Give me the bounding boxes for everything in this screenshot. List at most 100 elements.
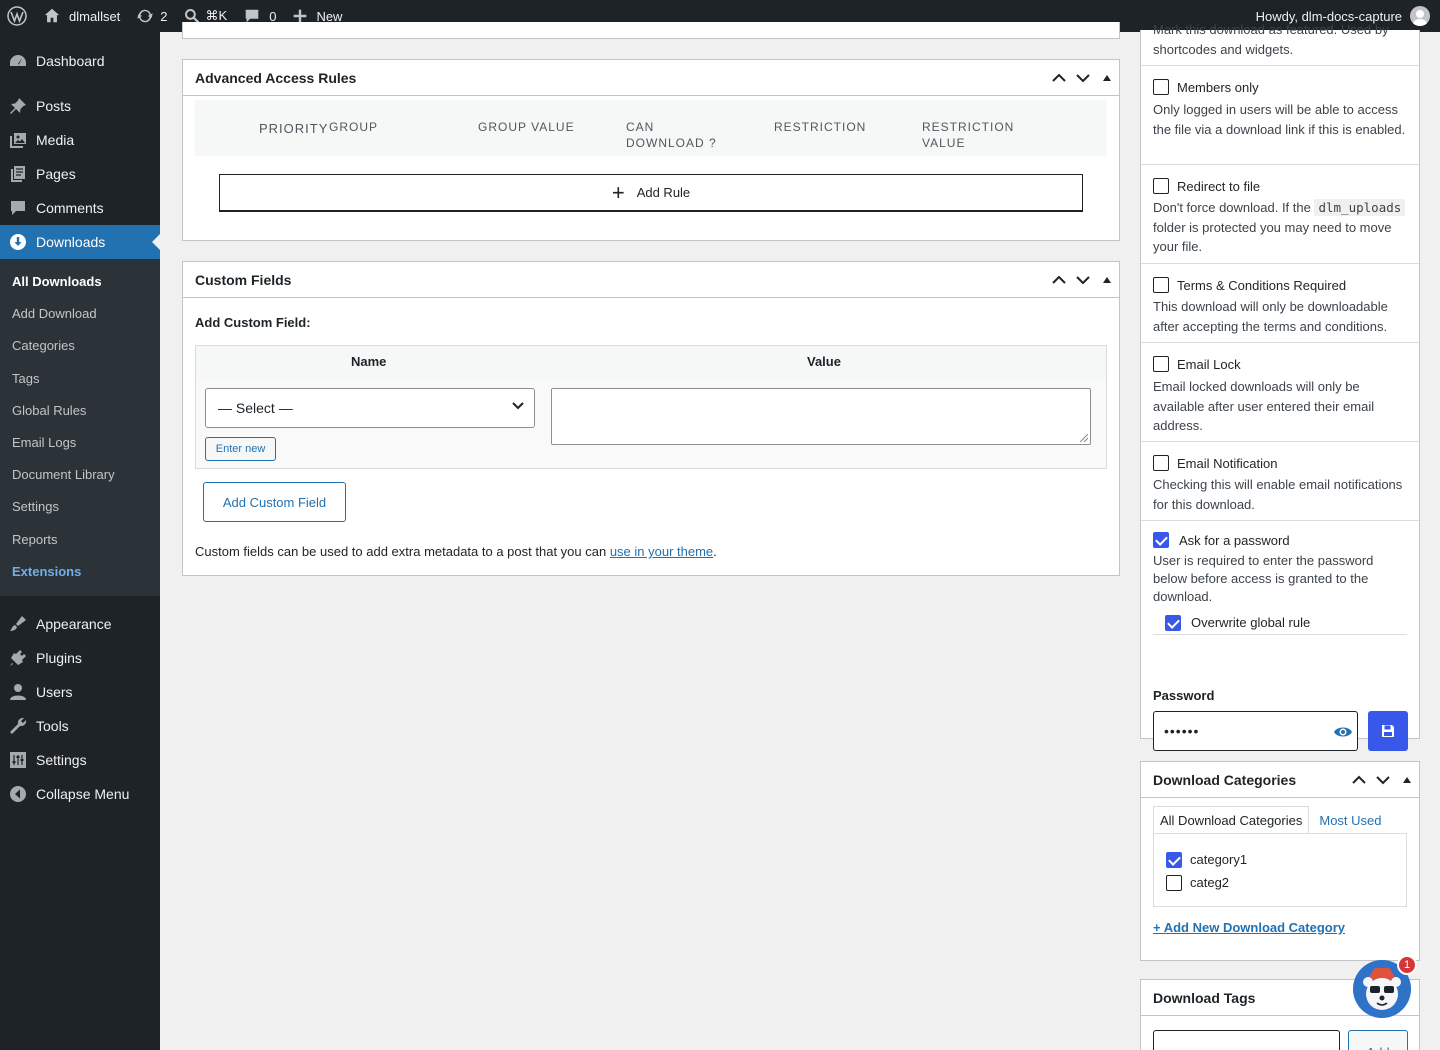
members-only-checkbox[interactable] (1153, 79, 1169, 95)
custom-field-row: — Select — Enter new (196, 380, 1106, 468)
toggle-panel-icon[interactable] (1095, 60, 1119, 96)
dlm-uploads-code: dlm_uploads (1314, 199, 1406, 216)
custom-field-value-textarea[interactable] (551, 388, 1091, 445)
custom-fields-box: Custom Fields Add Custom Field: Name Val… (182, 261, 1120, 576)
menu-comments[interactable]: Comments (0, 191, 160, 225)
overwrite-global-rule-label[interactable]: Overwrite global rule (1153, 611, 1407, 635)
categ2-checkbox[interactable] (1166, 874, 1182, 891)
col-name: Name (351, 354, 387, 369)
email-lock-checkbox-label[interactable]: Email Lock (1153, 353, 1407, 375)
redirect-checkbox-label[interactable]: Redirect to file (1153, 175, 1407, 197)
add-custom-field-button[interactable]: Add Custom Field (203, 482, 346, 522)
submenu-extensions[interactable]: Extensions (0, 556, 160, 588)
password-input[interactable]: •••••• (1153, 711, 1358, 751)
collapse-icon (8, 784, 28, 804)
menu-users[interactable]: Users (0, 675, 160, 709)
custom-field-name-select[interactable]: — Select — (205, 388, 535, 428)
add-tag-button[interactable]: Add (1348, 1030, 1408, 1050)
tab-all-categories[interactable]: All Download Categories (1153, 806, 1310, 834)
submenu-categories[interactable]: Categories (0, 330, 160, 362)
category1-checkbox[interactable] (1166, 851, 1182, 868)
custom-fields-title: Custom Fields (195, 271, 292, 288)
advanced-access-rules-box: Advanced Access Rules PRIORITY GROUP GRO… (182, 59, 1120, 241)
submenu-reports[interactable]: Reports (0, 524, 160, 556)
site-name-link[interactable]: dlmallset (35, 0, 128, 32)
menu-posts[interactable]: Posts (0, 89, 160, 123)
category-item[interactable]: category1 (1166, 848, 1394, 871)
submenu-global-rules[interactable]: Global Rules (0, 395, 160, 427)
move-down-icon[interactable] (1371, 762, 1395, 798)
password-checkbox-label[interactable]: Ask for a password (1153, 529, 1407, 551)
plus-icon: + (611, 179, 625, 205)
password-checkbox[interactable] (1153, 532, 1169, 548)
comment-icon (8, 198, 28, 218)
save-password-button[interactable] (1368, 711, 1408, 751)
col-restriction-value-1: RESTRICTION (922, 120, 1015, 134)
refresh-icon (137, 9, 153, 23)
download-categories-box: Download Categories All Download Categor… (1140, 761, 1420, 961)
category-tabs: All Download Categories Most Used (1153, 806, 1388, 834)
brush-icon (8, 614, 28, 634)
email-notification-checkbox-label[interactable]: Email Notification (1153, 452, 1407, 474)
add-new-category-link[interactable]: + Add New Download Category (1153, 920, 1345, 935)
email-lock-checkbox[interactable] (1153, 356, 1169, 372)
floppy-disk-icon (1382, 725, 1394, 737)
custom-fields-header: Custom Fields (183, 262, 1119, 298)
col-value: Value (807, 354, 841, 369)
move-down-icon[interactable] (1071, 262, 1095, 298)
password-label: Password (1153, 688, 1215, 703)
tag-input[interactable] (1153, 1030, 1340, 1050)
members-only-checkbox-label[interactable]: Members only (1153, 76, 1407, 98)
menu-media[interactable]: Media (0, 123, 160, 157)
submenu-settings[interactable]: Settings (0, 491, 160, 523)
wrench-icon (8, 716, 28, 736)
category-item[interactable]: categ2 (1166, 871, 1394, 894)
submenu-tags[interactable]: Tags (0, 363, 160, 395)
plugin-icon (8, 648, 28, 668)
chevron-down-icon (512, 402, 524, 410)
overwrite-global-rule-checkbox[interactable] (1165, 614, 1181, 631)
terms-checkbox-label[interactable]: Terms & Conditions Required (1153, 274, 1407, 296)
move-up-icon[interactable] (1047, 262, 1071, 298)
use-in-theme-link[interactable]: use in your theme (610, 544, 713, 559)
menu-dashboard[interactable]: Dashboard (0, 44, 160, 78)
eye-icon[interactable] (1333, 722, 1353, 742)
tab-most-used[interactable]: Most Used (1309, 806, 1387, 834)
email-notification-checkbox[interactable] (1153, 455, 1169, 471)
site-name: dlmallset (69, 8, 121, 24)
move-down-icon[interactable] (1071, 60, 1095, 96)
col-restriction: RESTRICTION (774, 120, 867, 134)
redirect-option: Redirect to file Don't force download. I… (1141, 165, 1419, 264)
wordpress-logo-icon[interactable] (0, 0, 35, 32)
menu-downloads[interactable]: Downloads (0, 225, 160, 259)
download-icon (8, 232, 28, 252)
terms-checkbox[interactable] (1153, 277, 1169, 293)
menu-collapse[interactable]: Collapse Menu (0, 777, 160, 811)
redirect-checkbox[interactable] (1153, 178, 1169, 194)
move-up-icon[interactable] (1047, 60, 1071, 96)
add-rule-button[interactable]: + Add Rule (219, 174, 1083, 212)
toggle-panel-icon[interactable] (1395, 762, 1419, 798)
col-group-value: GROUP VALUE (478, 120, 575, 134)
pin-icon (8, 96, 28, 116)
menu-settings[interactable]: Settings (0, 743, 160, 777)
submenu-add-download[interactable]: Add Download (0, 298, 160, 330)
menu-tools[interactable]: Tools (0, 709, 160, 743)
submenu-document-library[interactable]: Document Library (0, 459, 160, 491)
featured-option: Mark this download as featured. Used by s… (1141, 18, 1419, 66)
enter-new-button[interactable]: Enter new (205, 437, 276, 461)
home-icon (44, 8, 60, 23)
updates-link[interactable]: 2 (128, 0, 175, 32)
custom-fields-note: Custom fields can be used to add extra m… (195, 544, 717, 559)
media-icon (8, 130, 28, 150)
move-up-icon[interactable] (1347, 762, 1371, 798)
toggle-panel-icon[interactable] (1095, 262, 1119, 298)
submenu-all-downloads[interactable]: All Downloads (0, 266, 160, 298)
terms-option: Terms & Conditions Required This downloa… (1141, 264, 1419, 343)
rules-table-header: PRIORITY GROUP GROUP VALUE CAN DOWNLOAD … (195, 100, 1107, 156)
menu-appearance[interactable]: Appearance (0, 607, 160, 641)
menu-pages[interactable]: Pages (0, 157, 160, 191)
menu-plugins[interactable]: Plugins (0, 641, 160, 675)
submenu-email-logs[interactable]: Email Logs (0, 427, 160, 459)
pages-icon (8, 164, 28, 184)
